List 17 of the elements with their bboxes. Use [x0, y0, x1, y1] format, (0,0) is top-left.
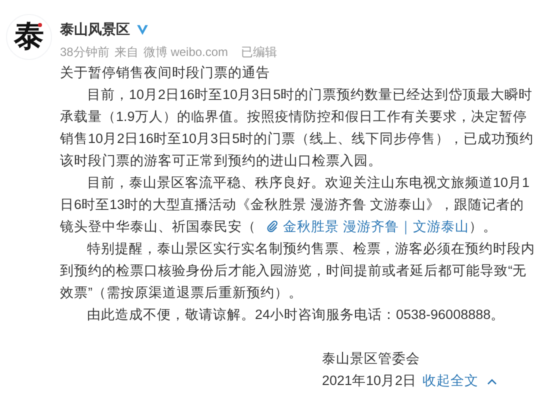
post-paragraph: 特别提醒，泰山景区实行实名制预约售票、检票，游客必须在预约时段内到预约的检票口核验身份后才能入园游览，时间提前或者延后都可能导致“无效票”（需按原渠道退票后重新预约）。 [60, 240, 536, 302]
post-paragraph: 目前，10月2日16时至10月3日5时的门票预约数量已经达到岱顶最大瞬时承载量（1.9万人）的临界值。按照疫情防控和假日工作有关要求，决定暂停销售10月2日16时至10月3日5时的门票（线上、线下同步停售），已成功预约该时段门票的游客可正常到预约的进山口检票入园。 [60, 86, 535, 170]
chevron-up-icon [486, 378, 497, 384]
source-label: 来自 [114, 44, 138, 61]
edited-label: 已编辑 [241, 44, 278, 61]
topic-link[interactable]: 金秋胜景 漫游齐鲁｜文游泰山 [266, 219, 469, 234]
signature: 泰山景区管委会 [322, 350, 421, 368]
post-time[interactable]: 38分钟前 [60, 43, 110, 61]
post-paragraph: 目前，泰山景区客流平稳、秩序良好。欢迎关注山东电视文旅频道10月1日6时至13时的大型直播活动《金秋胜景 漫游齐鲁 文游泰山》，跟随记者的镜头登中华泰山、祈国泰民安（ 金秋胜景 漫游齐鲁｜文游泰山）。 [60, 174, 531, 236]
avatar[interactable]: 泰 [6, 14, 52, 60]
post-title: 关于暂停销售夜间时段门票的通告 [60, 64, 271, 82]
author-name[interactable]: 泰山风景区 [60, 19, 130, 39]
link-icon [266, 220, 279, 233]
post-paragraph: 由此造成不便，敬请谅解。24小时咨询服务电话：0538-96008888。 [86, 306, 506, 324]
post-date: 2021年10月2日 [322, 372, 417, 390]
collapse-link[interactable]: 收起全文 [422, 370, 497, 392]
source-link[interactable]: 微博 weibo.com [143, 43, 228, 61]
